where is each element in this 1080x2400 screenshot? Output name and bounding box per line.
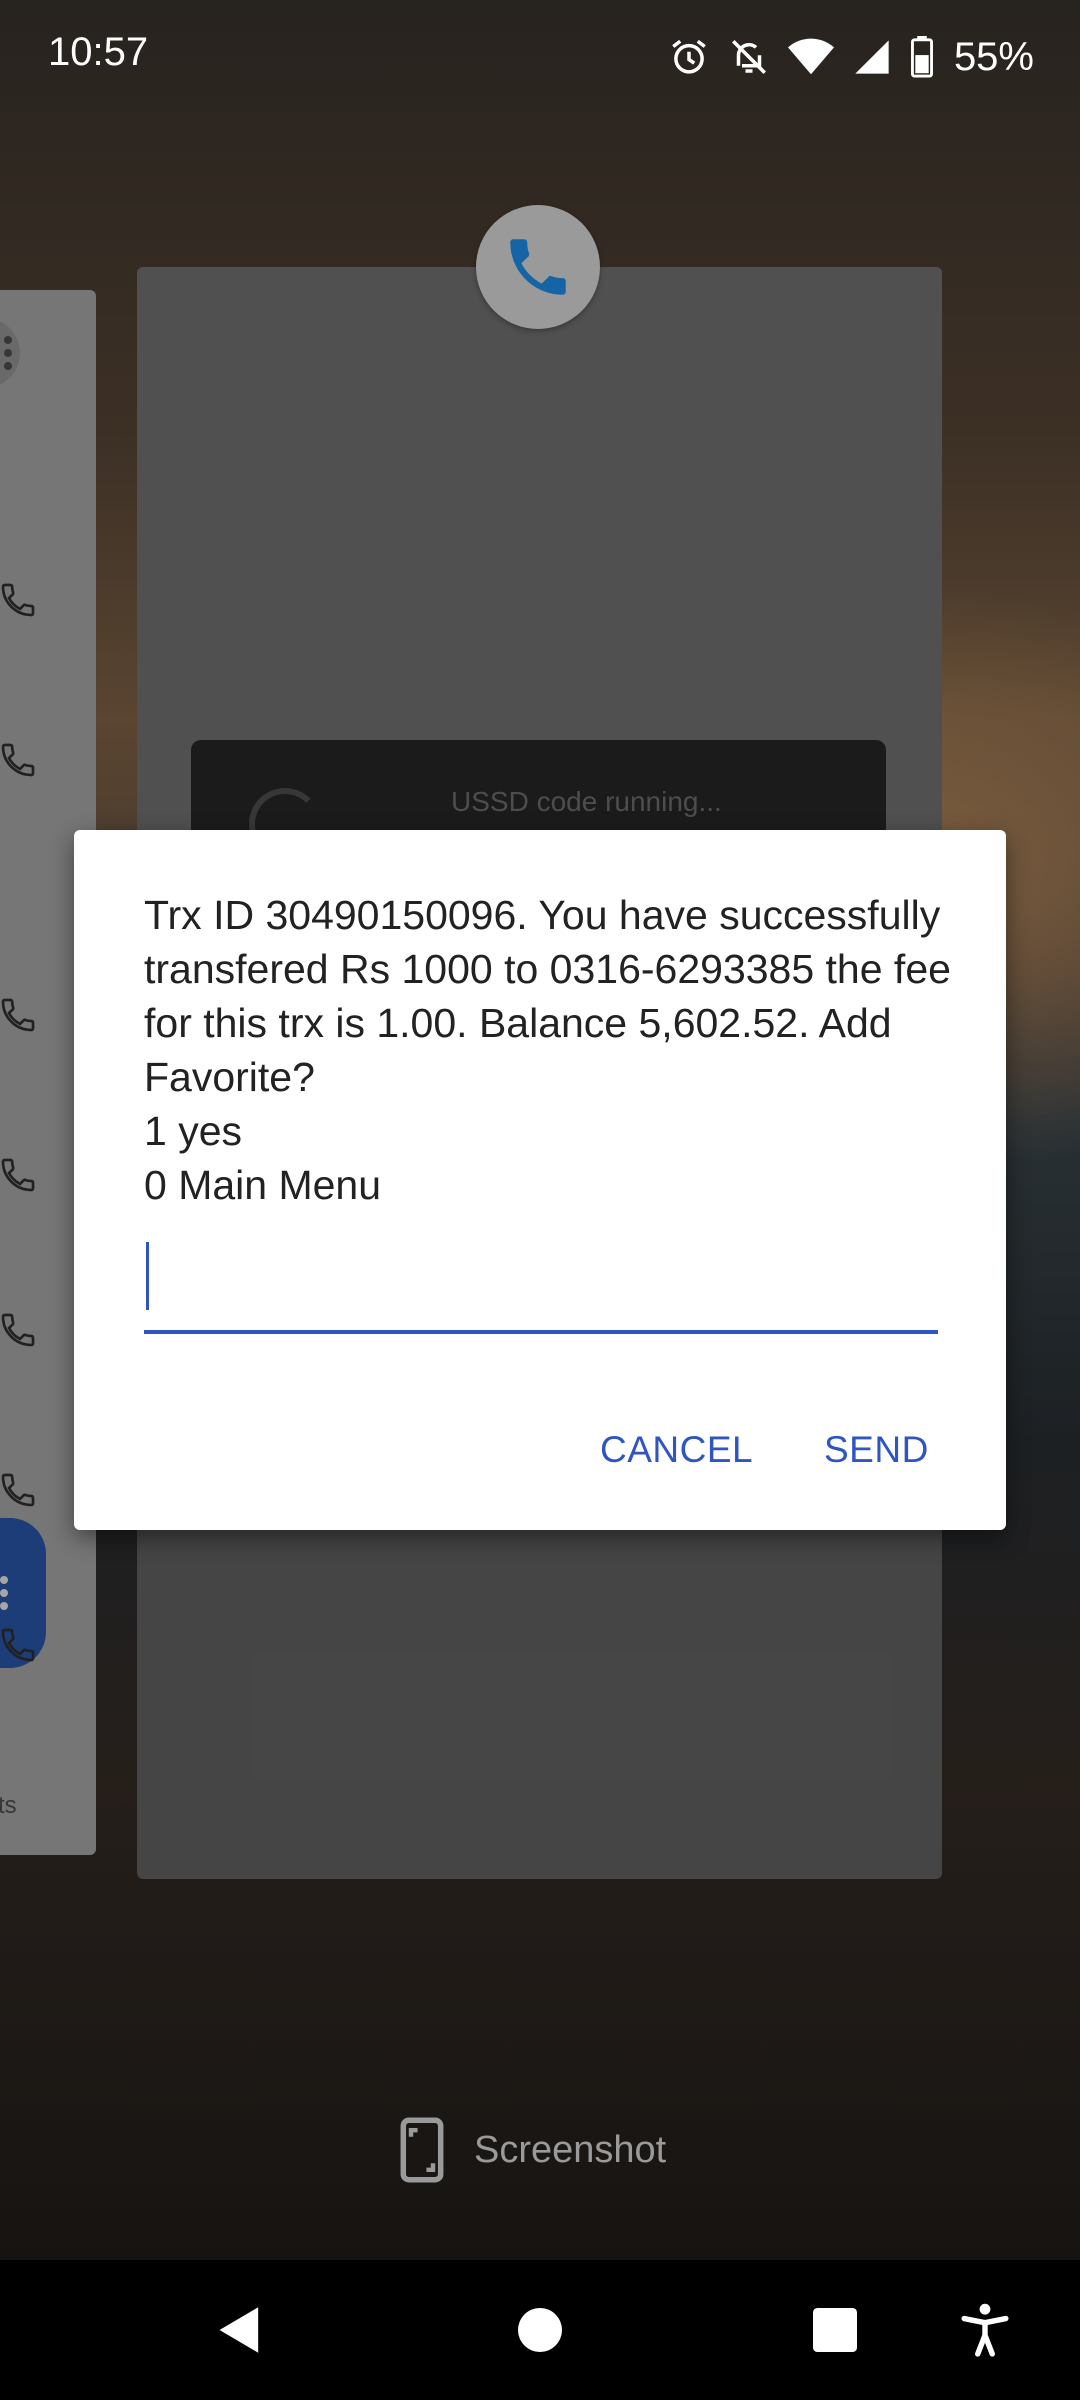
- wifi-icon: [787, 38, 834, 75]
- clock: 10:57: [48, 30, 149, 74]
- navigation-bar: [0, 2260, 1080, 2400]
- cell-signal-icon: [855, 40, 889, 74]
- recents-icon: [813, 2308, 857, 2352]
- send-button[interactable]: SEND: [816, 1410, 937, 1490]
- back-icon: [219, 2307, 259, 2353]
- battery-icon: [910, 36, 933, 78]
- home-button[interactable]: [500, 2290, 580, 2370]
- accessibility-button[interactable]: [945, 2290, 1025, 2370]
- screenshot-action[interactable]: Screenshot: [400, 2110, 666, 2190]
- alarm-icon: [672, 39, 706, 74]
- ussd-message: Trx ID 30490150096. You have successfull…: [144, 892, 951, 1208]
- accessibility-icon: [961, 2303, 1009, 2357]
- phone-app-icon[interactable]: [476, 205, 600, 329]
- recents-button[interactable]: [795, 2290, 875, 2370]
- phone-icon: [510, 239, 566, 295]
- cancel-button[interactable]: CANCEL: [592, 1410, 761, 1490]
- back-button[interactable]: [200, 2290, 280, 2370]
- battery-percent: 55%: [953, 34, 1034, 79]
- screenshot-label: Screenshot: [474, 2128, 667, 2171]
- text-cursor: [146, 1242, 149, 1310]
- status-icons: 55%: [668, 32, 1034, 82]
- home-icon: [518, 2308, 562, 2352]
- screenshot-icon: [400, 2117, 444, 2183]
- status-bar: 10:57 55%: [0, 0, 1080, 116]
- ussd-reply-input[interactable]: [144, 1240, 938, 1334]
- notifications-off-icon: [731, 40, 766, 74]
- ussd-dialog: Trx ID 30490150096. You have successfull…: [74, 830, 1006, 1530]
